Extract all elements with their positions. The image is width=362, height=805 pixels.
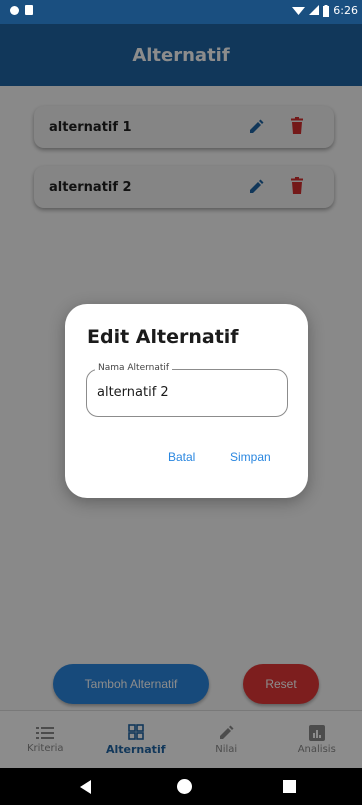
name-field-label: Nama Alternatif (95, 363, 173, 373)
notification-dot-icon (10, 5, 19, 15)
sd-card-icon (25, 5, 33, 15)
edit-dialog: Edit Alternatif Nama Alternatif alternat… (65, 304, 308, 498)
system-navigation-bar (0, 768, 362, 805)
signal-icon (309, 5, 320, 15)
name-field[interactable]: Nama Alternatif alternatif 2 (86, 363, 288, 417)
recent-apps-icon[interactable] (283, 780, 296, 793)
cancel-button[interactable]: Batal (168, 450, 195, 464)
name-field-value[interactable]: alternatif 2 (97, 385, 169, 400)
wifi-icon (292, 7, 306, 15)
battery-icon (323, 4, 330, 17)
dialog-title: Edit Alternatif (87, 326, 239, 348)
status-bar: 6:26 (0, 0, 362, 24)
save-button[interactable]: Simpan (230, 450, 271, 464)
back-icon[interactable] (80, 780, 91, 794)
status-time: 6:26 (333, 4, 358, 17)
home-icon[interactable] (177, 779, 192, 794)
